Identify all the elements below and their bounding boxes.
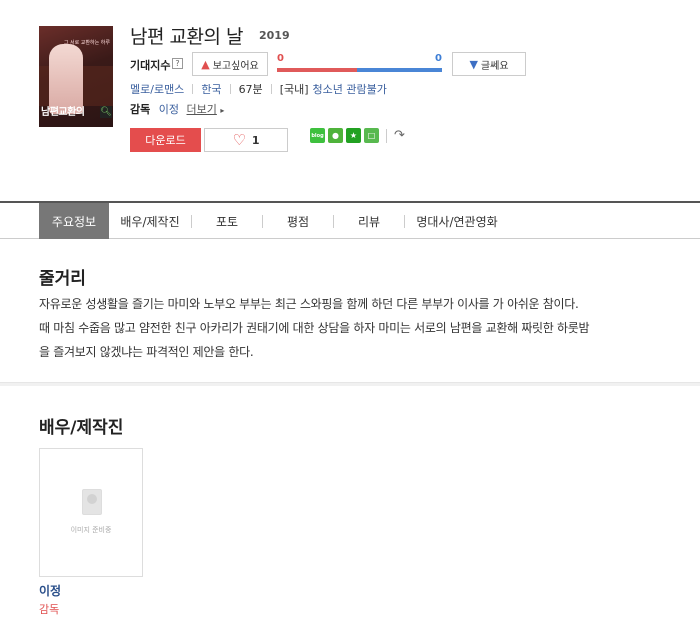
help-icon[interactable]: ? — [172, 58, 183, 69]
synopsis-line: 을 즐겨보지 않겠냐는 파격적인 제안을 한다. — [39, 345, 254, 359]
star-share-icon[interactable]: ★ — [346, 128, 361, 143]
tab-photo[interactable]: 포토 — [192, 203, 262, 239]
synopsis-heading: 줄거리 — [39, 269, 86, 289]
cast-role: 감독 — [39, 603, 60, 616]
director-name-link[interactable]: 이정 — [159, 103, 179, 116]
tab-main-info[interactable]: 주요정보 — [39, 203, 109, 239]
expectation-label: 기대지수 — [130, 59, 171, 72]
meh-button[interactable]: ▼ 글쎄요 — [452, 52, 526, 76]
movie-year: 2019 — [259, 29, 290, 42]
divider — [270, 84, 272, 94]
share-bar: blog ● ★ □ ↷ — [310, 128, 405, 143]
want-to-see-button[interactable]: ▲ 보고싶어요 — [192, 52, 268, 76]
like-button[interactable]: ♡ 1 — [204, 128, 288, 152]
heart-icon: ♡ — [232, 130, 246, 149]
rating-link[interactable]: 청소년 관람불가 — [313, 81, 387, 97]
movie-poster[interactable]: 그 서로 교환하는 하루 남편교환의 🔍︎ — [39, 26, 113, 127]
image-placeholder-text: 이미지 준비중 — [70, 526, 112, 534]
poster-tagline: 그 서로 교환하는 하루 — [63, 40, 110, 46]
section-divider — [0, 382, 700, 386]
cast-name-link[interactable]: 이정 — [39, 582, 61, 599]
runtime: 67분 — [238, 83, 263, 96]
cast-heading: 배우/제작진 — [39, 418, 124, 438]
tab-rating[interactable]: 평점 — [263, 203, 333, 239]
synopsis-line: 자유로운 성생활을 즐기는 마미와 노부오 부부는 최근 스와핑을 함께 하던 … — [39, 297, 579, 311]
thumbs-down-icon: ▼ — [469, 57, 478, 71]
talk-share-icon[interactable]: ● — [328, 128, 343, 143]
download-button[interactable]: 다운로드 — [130, 128, 201, 152]
meh-count: 0 — [435, 53, 442, 64]
image-placeholder-icon — [82, 489, 102, 515]
rating-prefix: [국내] — [279, 83, 309, 96]
genre-link[interactable]: 멜로/로맨스 — [130, 81, 184, 97]
director-row: 감독 이정 더보기 ▸ — [130, 101, 224, 117]
zoom-icon[interactable]: 🔍︎ — [100, 106, 112, 118]
chevron-right-icon: ▸ — [220, 106, 225, 115]
movie-meta: 멜로/로맨스 한국 67분 [국내] 청소년 관람불가 — [130, 81, 387, 97]
movie-title: 남편 교환의 날 — [130, 26, 243, 48]
country-link[interactable]: 한국 — [201, 81, 221, 97]
meh-bar — [357, 68, 442, 72]
like-count: 1 — [251, 133, 260, 147]
tab-review[interactable]: 리뷰 — [334, 203, 404, 239]
director-label: 감독 — [130, 103, 151, 116]
share-icon[interactable]: ↷ — [394, 128, 405, 143]
want-count: 0 — [277, 53, 284, 64]
square-share-icon[interactable]: □ — [364, 128, 379, 143]
thumbs-up-icon: ▲ — [201, 57, 210, 71]
poster-title: 남편교환의 — [41, 107, 85, 118]
meh-label: 글쎄요 — [480, 60, 509, 72]
want-to-see-label: 보고싶어요 — [212, 60, 259, 72]
cast-photo-card[interactable]: 이미지 준비중 — [39, 448, 143, 577]
more-link[interactable]: 더보기 — [187, 103, 217, 116]
divider — [192, 84, 194, 94]
blog-share-icon[interactable]: blog — [310, 128, 325, 143]
tab-cast[interactable]: 배우/제작진 — [109, 203, 191, 239]
synopsis-line: 때 마침 수줍음 많고 얌전한 친구 아카리가 권태기에 대한 상담을 하자 마… — [39, 321, 590, 335]
synopsis-body: 자유로운 성생활을 즐기는 마미와 노부오 부부는 최근 스와핑을 함께 하던 … — [39, 292, 679, 364]
tab-bar: 주요정보 배우/제작진 포토 평점 리뷰 명대사/연관영화 — [0, 201, 700, 239]
divider — [386, 128, 387, 143]
want-bar — [277, 68, 357, 72]
tab-quotes-related[interactable]: 명대사/연관영화 — [405, 203, 509, 239]
divider — [229, 84, 231, 94]
